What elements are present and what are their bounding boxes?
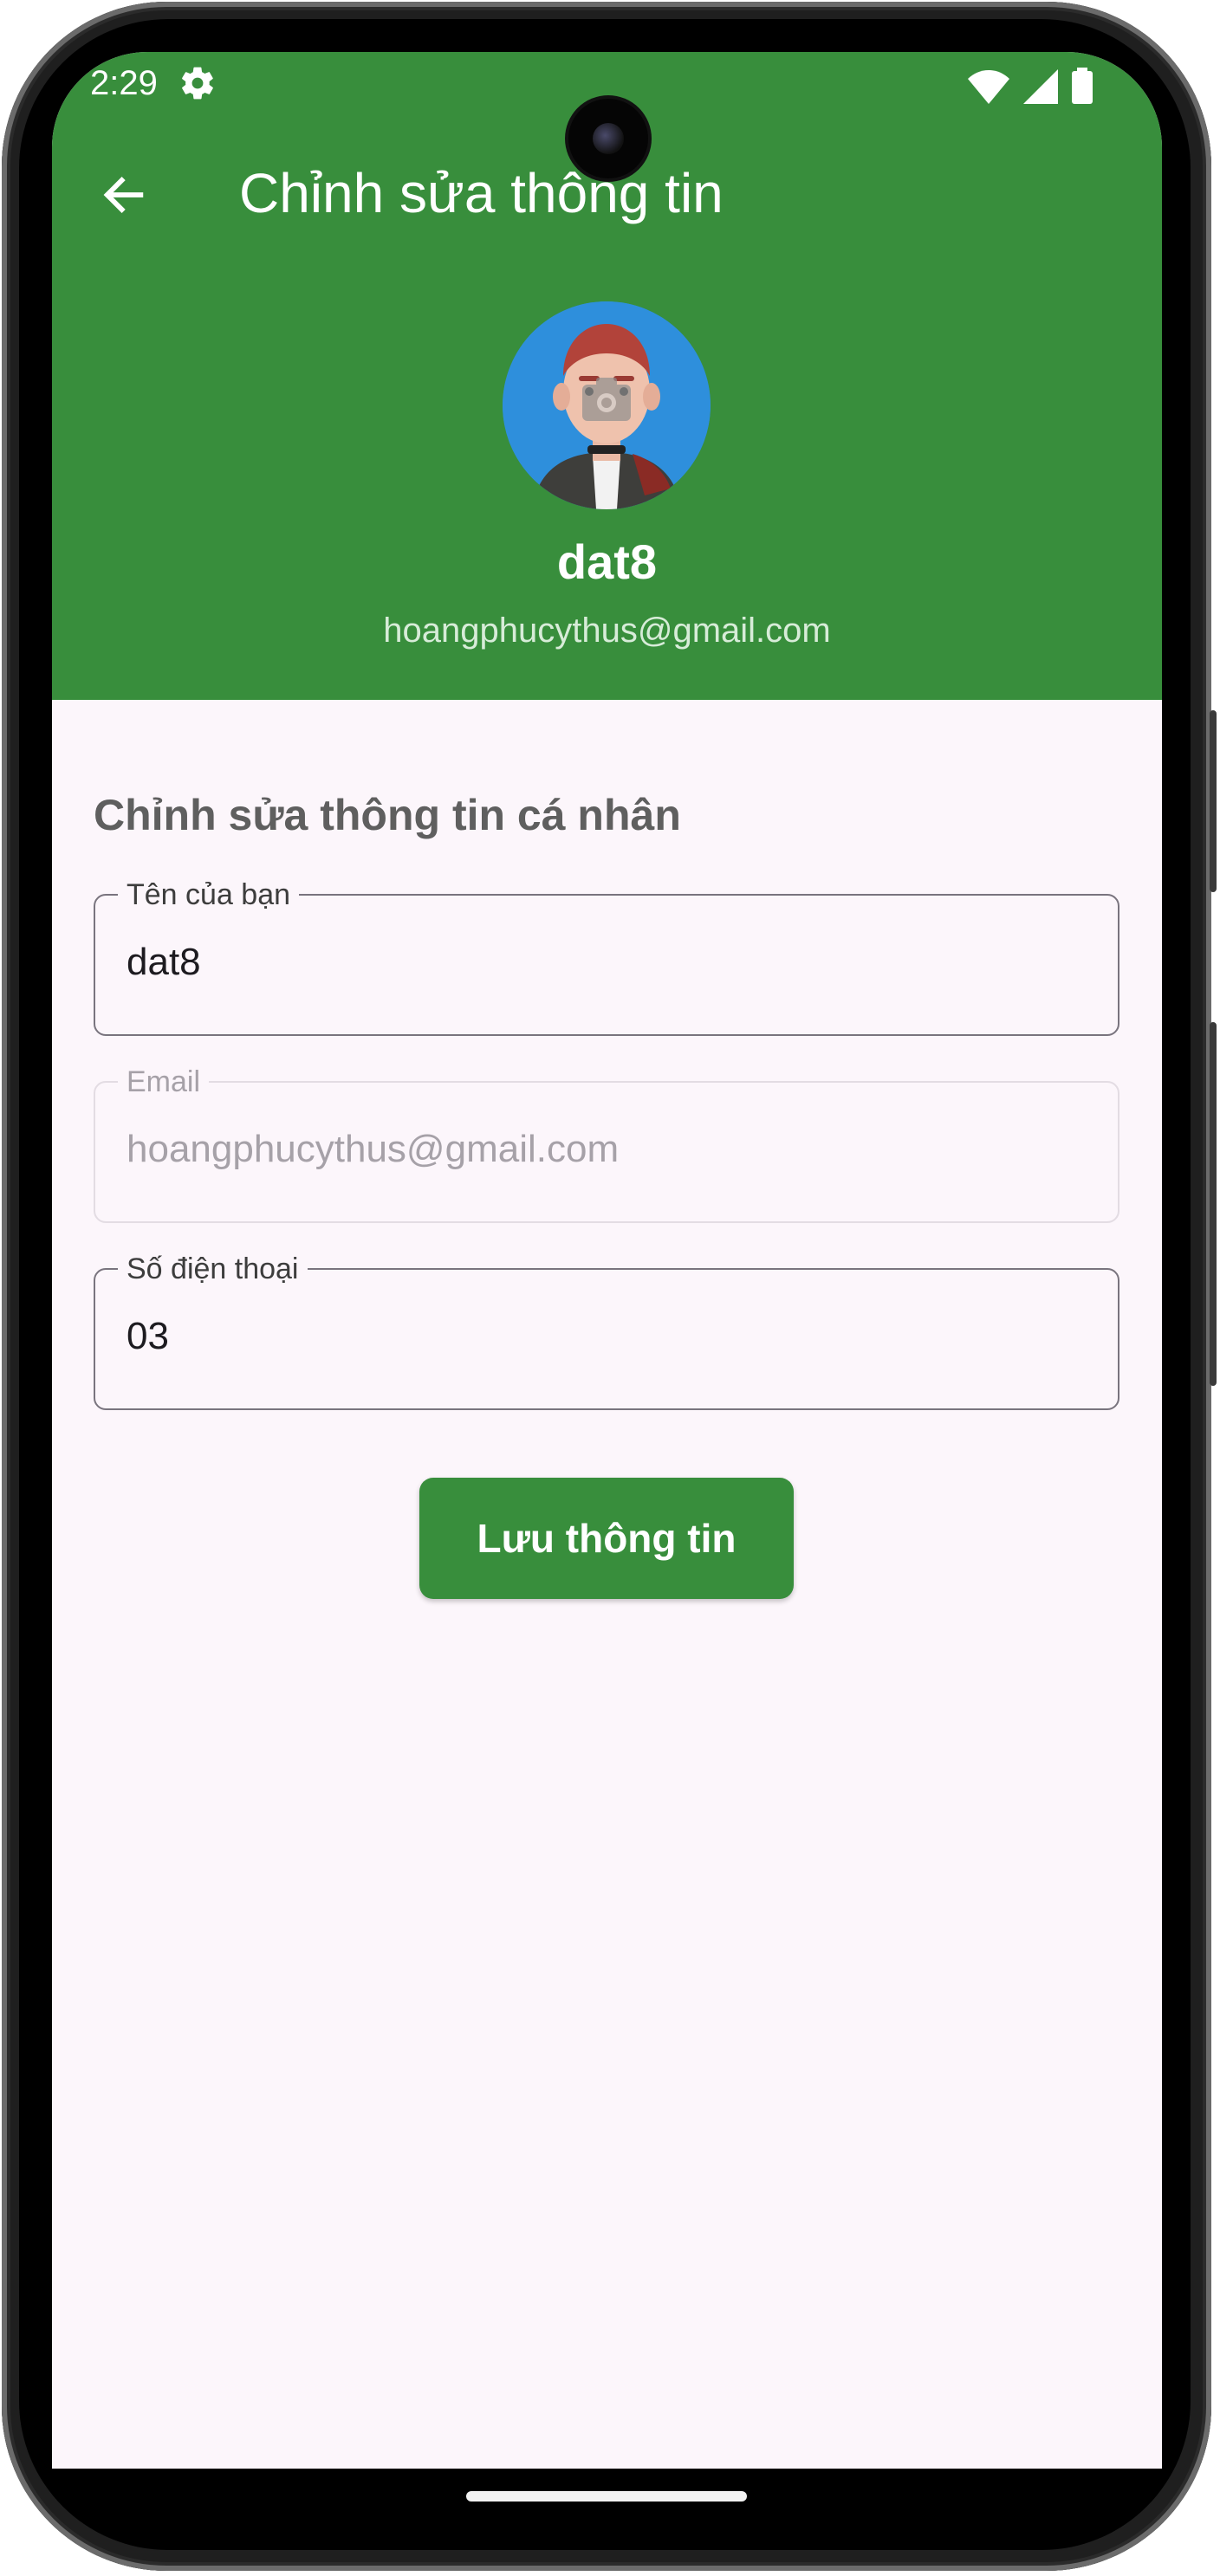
wifi-icon (968, 70, 1009, 104)
profile-email: hoangphucythus@gmail.com (383, 612, 831, 650)
avatar[interactable] (503, 301, 711, 509)
email-field-label: Email (118, 1065, 210, 1099)
save-button[interactable]: Lưu thông tin (419, 1478, 794, 1599)
name-field-value[interactable]: dat8 (127, 941, 201, 984)
section-title: Chỉnh sửa thông tin cá nhân (94, 791, 681, 839)
status-time: 2:29 (90, 64, 158, 102)
email-field-value: hoangphucythus@gmail.com (127, 1128, 620, 1170)
page-title: Chỉnh sửa thông tin (239, 162, 724, 224)
name-field-label: Tên của bạn (118, 878, 300, 912)
name-field[interactable]: Tên của bạn dat8 (94, 878, 1119, 1036)
volume-button (1210, 1022, 1217, 1386)
battery-icon (1072, 68, 1093, 104)
gear-icon (182, 67, 213, 100)
phone-screen: 2:29 Chỉnh sửa thông tin dat8 hoangphucy… (52, 52, 1162, 2469)
status-icons (968, 68, 1093, 104)
phone-field-label: Số điện thoại (118, 1252, 308, 1286)
profile-name: dat8 (556, 534, 658, 589)
avatar-image (503, 301, 711, 509)
app-bar: Chỉnh sửa thông tin (52, 139, 1162, 251)
home-indicator[interactable] (466, 2491, 747, 2502)
back-button[interactable] (87, 158, 161, 232)
phone-field[interactable]: Số điện thoại 03 (94, 1252, 1119, 1410)
phone-field-value[interactable]: 03 (127, 1315, 169, 1358)
signal-icon (1023, 69, 1058, 104)
email-field: Email hoangphucythus@gmail.com (94, 1065, 1119, 1223)
profile-header: 2:29 Chỉnh sửa thông tin dat8 hoangphucy… (52, 52, 1162, 700)
arrow-back-icon (103, 176, 144, 214)
power-button (1210, 710, 1217, 892)
